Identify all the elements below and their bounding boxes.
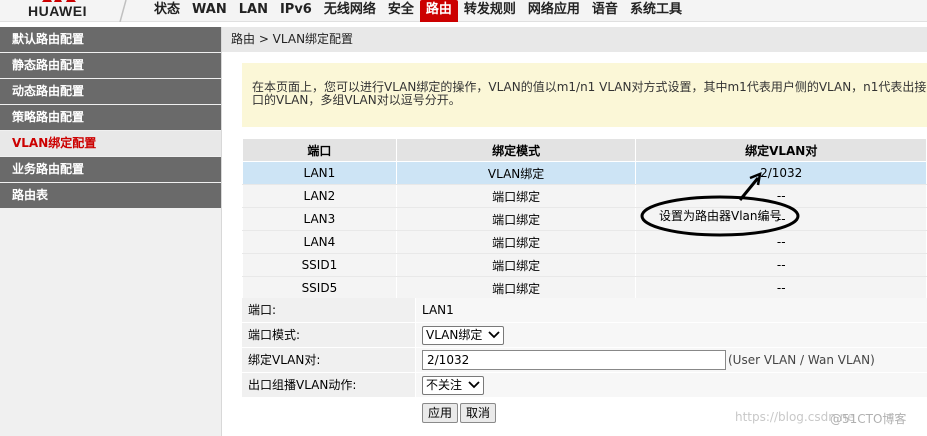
top-navigation-bar: HUAWEI 状态 WAN LAN IPv6 无线网络 安全 路由 转发规则 网… [0,0,927,22]
form-row-port: 端口: LAN1 [242,298,927,323]
multicast-action-select[interactable]: 不关注 [422,375,485,395]
cell-mode: 端口绑定 [395,207,637,231]
huawei-logo: HUAWEI [18,0,118,22]
form-row-multicast: 出口组播VLAN动作: 不关注 [242,373,927,398]
cell-port: SSID5 [242,276,397,300]
form-row-mode: 端口模式: VLAN绑定 [242,323,927,348]
nav-item-security[interactable]: 安全 [382,0,420,22]
multicast-action-label: 出口组播VLAN动作: [242,373,416,397]
cell-port: LAN4 [242,230,397,254]
column-header-port: 端口 [242,138,397,162]
sidebar-item-dynamic-route[interactable]: 动态路由配置 [0,79,221,104]
nav-item-voice[interactable]: 语音 [586,0,624,22]
divider-slash-icon [119,0,127,22]
cell-mode: 端口绑定 [395,184,637,208]
vlan-pair-label: 绑定VLAN对: [242,348,416,372]
annotation-text: 设置为路由器Vlan编号 [659,209,782,223]
annotation-ellipse-arrow [640,172,800,237]
cell-mode: 端口绑定 [395,253,637,277]
table-row[interactable]: SSID1 端口绑定 -- [242,253,927,277]
nav-item-route[interactable]: 路由 [419,0,458,22]
sidebar-item-default-route[interactable]: 默认路由配置 [0,27,221,52]
vlan-binding-form: 端口: LAN1 端口模式: VLAN绑定 绑定VLAN对: 2/1032 (U… [242,298,927,428]
port-label: 端口: [242,298,416,322]
column-header-vlan-pair: 绑定VLAN对 [635,138,927,162]
vlan-pair-input[interactable]: 2/1032 [422,350,726,370]
sidebar-item-static-route[interactable]: 静态路由配置 [0,53,221,78]
table-header-row: 端口 绑定模式 绑定VLAN对 [242,138,927,162]
port-mode-label: 端口模式: [242,323,416,347]
sidebar-item-route-table[interactable]: 路由表 [0,183,221,208]
breadcrumb: 路由 > VLAN绑定配置 [222,27,927,52]
nav-item-wan[interactable]: WAN [186,0,233,22]
nav-item-lan[interactable]: LAN [233,0,274,22]
cell-port: LAN3 [242,207,397,231]
cell-mode: 端口绑定 [395,230,637,254]
cell-mode: 端口绑定 [395,276,637,300]
sidebar-item-service-route[interactable]: 业务路由配置 [0,157,221,182]
table-row[interactable]: SSID5 端口绑定 -- [242,276,927,300]
nav-item-forward-rules[interactable]: 转发规则 [458,0,522,22]
sidebar: 默认路由配置 静态路由配置 动态路由配置 策略路由配置 VLAN绑定配置 业务路… [0,27,222,436]
vlan-pair-hint: (User VLAN / Wan VLAN) [728,352,875,367]
cell-vlan-pair: -- [635,253,927,277]
huawei-petals-icon [42,0,76,2]
column-header-binding-mode: 绑定模式 [395,138,637,162]
watermark-51cto: @51CTO博客 [830,412,907,426]
chevron-down-icon [468,381,480,389]
nav-item-status[interactable]: 状态 [148,0,186,22]
cell-port: SSID1 [242,253,397,277]
nav-item-wireless[interactable]: 无线网络 [318,0,382,22]
cell-vlan-pair: -- [635,276,927,300]
nav-item-ipv6[interactable]: IPv6 [274,0,318,22]
nav-item-system-tools[interactable]: 系统工具 [624,0,688,22]
chevron-down-icon [488,331,500,339]
cancel-button[interactable]: 取消 [460,403,497,423]
port-mode-selected-value: VLAN绑定 [426,327,483,342]
port-mode-select[interactable]: VLAN绑定 [422,325,505,345]
nav-item-network-apps[interactable]: 网络应用 [522,0,586,22]
cell-port: LAN1 [242,161,397,185]
cell-mode: VLAN绑定 [395,161,637,185]
main-nav: 状态 WAN LAN IPv6 无线网络 安全 路由 转发规则 网络应用 语音 … [148,0,688,22]
multicast-action-selected-value: 不关注 [426,377,463,392]
info-box: 在本页面上，您可以进行VLAN绑定的操作，VLAN的值以m1/n1 VLAN对方… [242,63,927,127]
sidebar-item-policy-route[interactable]: 策略路由配置 [0,105,221,130]
apply-button[interactable]: 应用 [422,403,459,423]
cell-port: LAN2 [242,184,397,208]
form-row-vlan-pair: 绑定VLAN对: 2/1032 (User VLAN / Wan VLAN) [242,348,927,373]
sidebar-item-vlan-binding[interactable]: VLAN绑定配置 [0,131,221,156]
port-value: LAN1 [416,298,927,322]
logo-text: HUAWEI [28,3,87,19]
